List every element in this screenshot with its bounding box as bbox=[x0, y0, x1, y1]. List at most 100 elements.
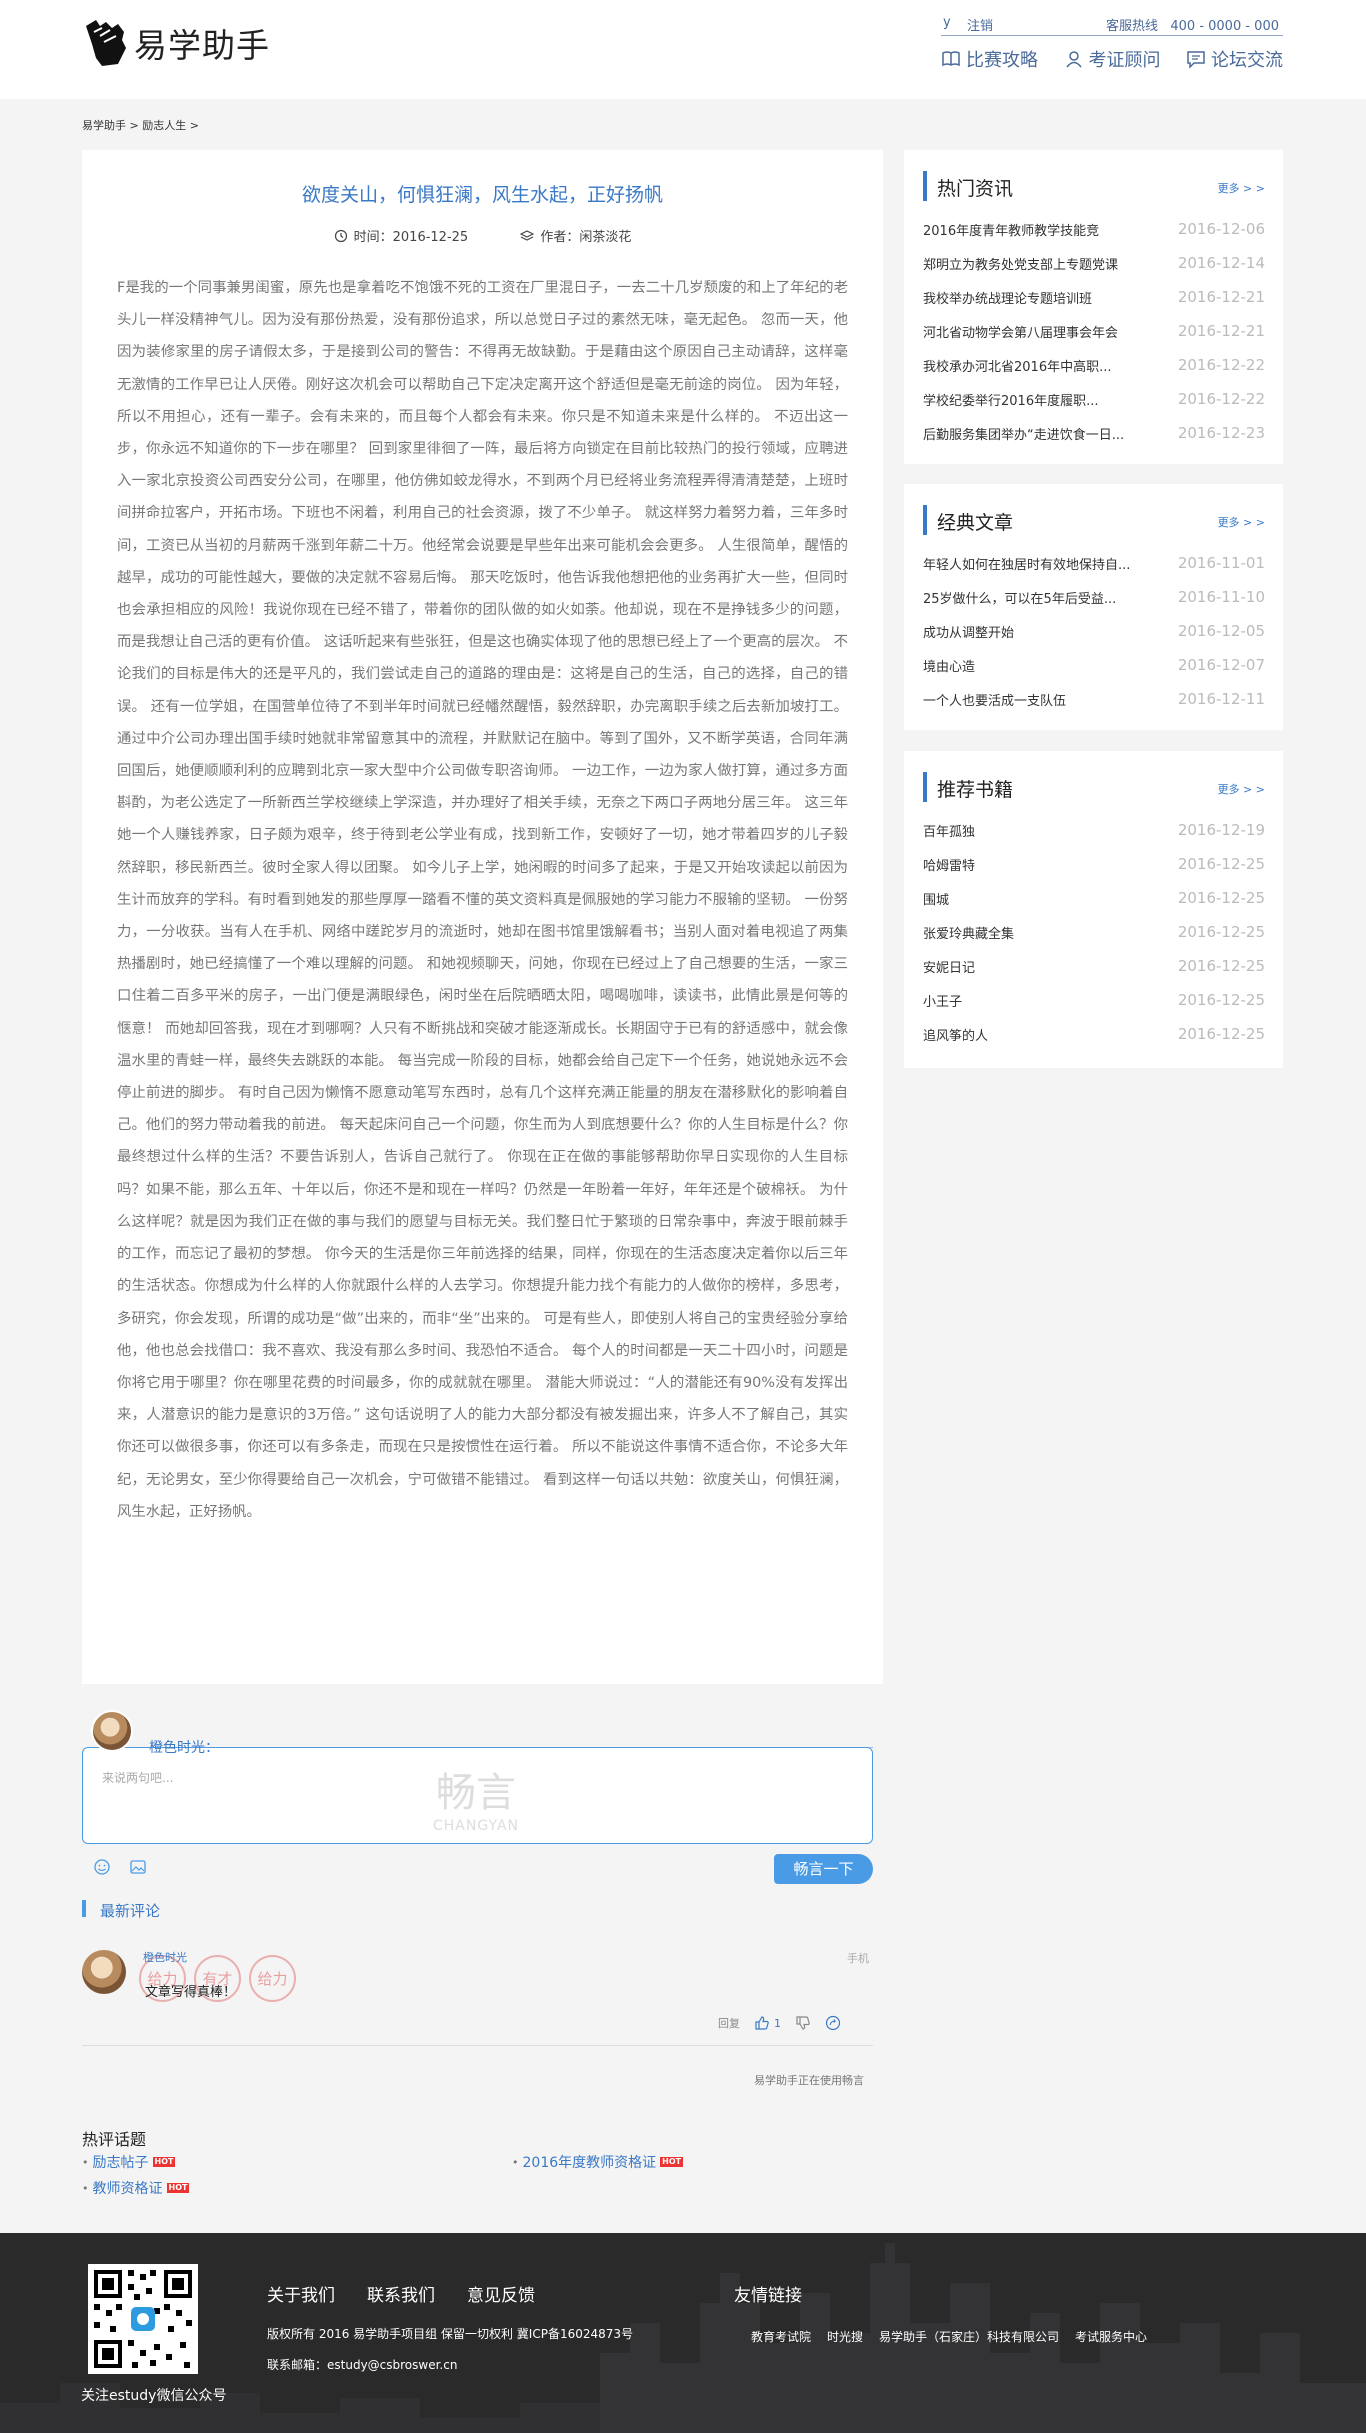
about-us-link[interactable]: 关于我们 bbox=[267, 2281, 335, 2306]
book-title-link[interactable]: 围城 bbox=[923, 889, 949, 908]
book-date: 2016-12-25 bbox=[1177, 855, 1265, 873]
news-title-link[interactable]: 学校纪委举行2016年度履职... bbox=[923, 390, 1098, 409]
hot-topic-label: 2016年度教师资格证 bbox=[522, 2155, 657, 2171]
book-title-link[interactable]: 小王子 bbox=[923, 991, 962, 1010]
news-title-link[interactable]: 我校承办河北省2016年中高职... bbox=[923, 356, 1111, 375]
avatar[interactable] bbox=[82, 1950, 126, 1994]
hotline-label: 客服热线 bbox=[1105, 19, 1158, 34]
book-title-link[interactable]: 安妮日记 bbox=[923, 957, 975, 976]
list-item: 追风筝的人 2016-12-25 bbox=[923, 1017, 1265, 1051]
more-link[interactable]: 更多 > > bbox=[1218, 180, 1265, 196]
logout-link[interactable]: 注销 bbox=[967, 15, 993, 34]
comment-text: 文章写得真棒！ bbox=[145, 1985, 237, 2000]
book-title-link[interactable]: 追风筝的人 bbox=[923, 1025, 988, 1044]
chat-icon bbox=[1187, 51, 1205, 69]
book-title-link[interactable]: 百年孤独 bbox=[923, 821, 975, 840]
reply-link[interactable]: 回复 bbox=[718, 2015, 740, 2031]
list-item: 小王子 2016-12-25 bbox=[923, 983, 1265, 1017]
news-title-link[interactable]: 我校举办统战理论专题培训班 bbox=[923, 288, 1092, 307]
book-title-link[interactable]: 哈姆雷特 bbox=[923, 855, 975, 874]
news-title-link[interactable]: 后勤服务集团举办“走进饮食一日... bbox=[923, 424, 1124, 443]
contact-us-link[interactable]: 联系我们 bbox=[367, 2281, 435, 2306]
news-date: 2016-12-21 bbox=[1177, 288, 1265, 306]
hot-topic-label: 教师资格证 bbox=[92, 2181, 163, 2197]
hot-topic-link[interactable]: • 励志帖子 HOT bbox=[82, 2152, 176, 2172]
list-item: 我校举办统战理论专题培训班 2016-12-21 bbox=[923, 280, 1265, 314]
article-date: 2016-12-11 bbox=[1177, 690, 1265, 708]
friend-links: 教育考试院 时光搜 易学助手（石家庄）科技有限公司 考试服务中心 bbox=[751, 2328, 1147, 2345]
header: 易学助手 y 注销 客服热线 400 - 0000 - 000 比赛攻略 考证顾… bbox=[0, 0, 1366, 99]
share-icon[interactable] bbox=[825, 2015, 841, 2031]
book-list: 百年孤独 2016-12-19 哈姆雷特 2016-12-25 围城 2016-12-… bbox=[923, 813, 1265, 1051]
friend-link[interactable]: 时光搜 bbox=[827, 2328, 863, 2345]
book-title-link[interactable]: 张爱玲典藏全集 bbox=[923, 923, 1014, 942]
breadcrumb: 易学助手 > 励志人生 > bbox=[82, 117, 199, 133]
article-list: 年轻人如何在独居时有效地保持自... 2016-11-01 25岁做什么，可以在5… bbox=[923, 546, 1265, 716]
avatar[interactable] bbox=[91, 1710, 133, 1752]
image-icon[interactable] bbox=[129, 1858, 147, 1876]
article-date: 2016-11-10 bbox=[1177, 588, 1265, 606]
more-link[interactable]: 更多 > > bbox=[1218, 781, 1265, 797]
friend-link[interactable]: 考试服务中心 bbox=[1075, 2328, 1147, 2345]
hot-topic-link[interactable]: • 2016年度教师资格证 HOT bbox=[512, 2152, 684, 2172]
nav-cert-advisor[interactable]: 考证顾问 bbox=[1064, 46, 1161, 72]
friend-link[interactable]: 易学助手（石家庄）科技有限公司 bbox=[879, 2328, 1059, 2345]
book-date: 2016-12-25 bbox=[1177, 889, 1265, 907]
news-title-link[interactable]: 河北省动物学会第八届理事会年会 bbox=[923, 322, 1118, 341]
list-item: 学校纪委举行2016年度履职... 2016-12-22 bbox=[923, 382, 1265, 416]
logo-text: 易学助手 bbox=[134, 26, 270, 65]
copyright-text: 版权所有 2016 易学助手项目组 保留一切权利 冀ICP备16024873号 bbox=[267, 2327, 634, 2341]
article-title-link[interactable]: 境由心造 bbox=[923, 656, 975, 675]
breadcrumb-home[interactable]: 易学助手 bbox=[82, 119, 126, 132]
friend-links-title: 友情链接 bbox=[734, 2286, 802, 2306]
nav-label: 考证顾问 bbox=[1088, 50, 1161, 71]
comment-device-tag: 手机 bbox=[847, 1952, 869, 1965]
sidebox-header: 推荐书籍 更多 > > bbox=[923, 772, 1265, 802]
sidebox-title: 推荐书籍 bbox=[937, 779, 1014, 801]
article-date: 2016-11-01 bbox=[1177, 554, 1265, 572]
hot-badge: HOT bbox=[166, 2183, 190, 2193]
more-link[interactable]: 更多 > > bbox=[1218, 514, 1265, 530]
book-date: 2016-12-25 bbox=[1177, 957, 1265, 975]
emoji-icon[interactable] bbox=[93, 1858, 111, 1876]
thumbs-down-icon[interactable] bbox=[795, 2015, 811, 2031]
list-item: 围城 2016-12-25 bbox=[923, 881, 1265, 915]
site-logo[interactable]: 易学助手 bbox=[82, 18, 270, 68]
contact-email: 联系邮箱：estudy@csbroswer.cn bbox=[267, 2358, 458, 2372]
list-item: 25岁做什么，可以在5年后受益... 2016-11-10 bbox=[923, 580, 1265, 614]
article-title-link[interactable]: 25岁做什么，可以在5年后受益... bbox=[923, 588, 1116, 607]
friend-link[interactable]: 教育考试院 bbox=[751, 2328, 811, 2345]
wechat-qr-code bbox=[88, 2264, 198, 2374]
comment-input[interactable]: 来说两句吧... 畅言 CHANGYAN bbox=[82, 1747, 873, 1844]
article-title-link[interactable]: 成功从调整开始 bbox=[923, 622, 1014, 641]
article-title-link[interactable]: 年轻人如何在独居时有效地保持自... bbox=[923, 554, 1130, 573]
nav-forum[interactable]: 论坛交流 bbox=[1186, 46, 1283, 72]
sidebox-header: 经典文章 更多 > > bbox=[923, 505, 1265, 535]
breadcrumb-category[interactable]: 励志人生 bbox=[142, 119, 186, 132]
nav-label: 论坛交流 bbox=[1211, 50, 1283, 71]
submit-comment-button[interactable]: 畅言一下 bbox=[774, 1854, 873, 1884]
hot-topic-label: 励志帖子 bbox=[92, 2155, 149, 2171]
feedback-link[interactable]: 意见反馈 bbox=[467, 2281, 535, 2306]
like-button[interactable]: 1 bbox=[754, 2015, 781, 2031]
comment-toolbar bbox=[93, 1858, 147, 1876]
hot-topics-title: 热评话题 bbox=[82, 2130, 147, 2149]
username-link[interactable]: y bbox=[943, 15, 951, 30]
list-item: 张爱玲典藏全集 2016-12-25 bbox=[923, 915, 1265, 949]
sidebox-header: 热门资讯 更多 > > bbox=[923, 171, 1265, 201]
article-title-link[interactable]: 一个人也要活成一支队伍 bbox=[923, 690, 1066, 709]
comment-author[interactable]: 橙色时光 bbox=[143, 1949, 187, 1965]
sidebar-classic-articles: 经典文章 更多 > > 年轻人如何在独居时有效地保持自... 2016-11-01… bbox=[904, 484, 1283, 730]
news-title-link[interactable]: 郑明立为教务处党支部上专题党课 bbox=[923, 254, 1118, 273]
article-date: 2016-12-05 bbox=[1177, 622, 1265, 640]
nav-contest-guide[interactable]: 比赛攻略 bbox=[941, 46, 1038, 72]
hot-topic-link[interactable]: • 教师资格证 HOT bbox=[82, 2178, 190, 2198]
news-date: 2016-12-22 bbox=[1177, 390, 1265, 408]
main-nav: 比赛攻略 考证顾问 论坛交流 bbox=[941, 46, 1283, 72]
article-author: 作者：闲茶淡花 bbox=[520, 226, 631, 245]
qr-label: 关注estudy微信公众号 bbox=[81, 2388, 227, 2404]
footer-links: 关于我们 联系我们 意见反馈 bbox=[267, 2281, 535, 2306]
comment-placeholder: 来说两句吧... bbox=[102, 1771, 174, 1785]
news-title-link[interactable]: 2016年度青年教师教学技能竞 bbox=[923, 220, 1099, 239]
footer: 关注estudy微信公众号 关于我们 联系我们 意见反馈 版权所有 2016 易… bbox=[0, 2233, 1366, 2433]
